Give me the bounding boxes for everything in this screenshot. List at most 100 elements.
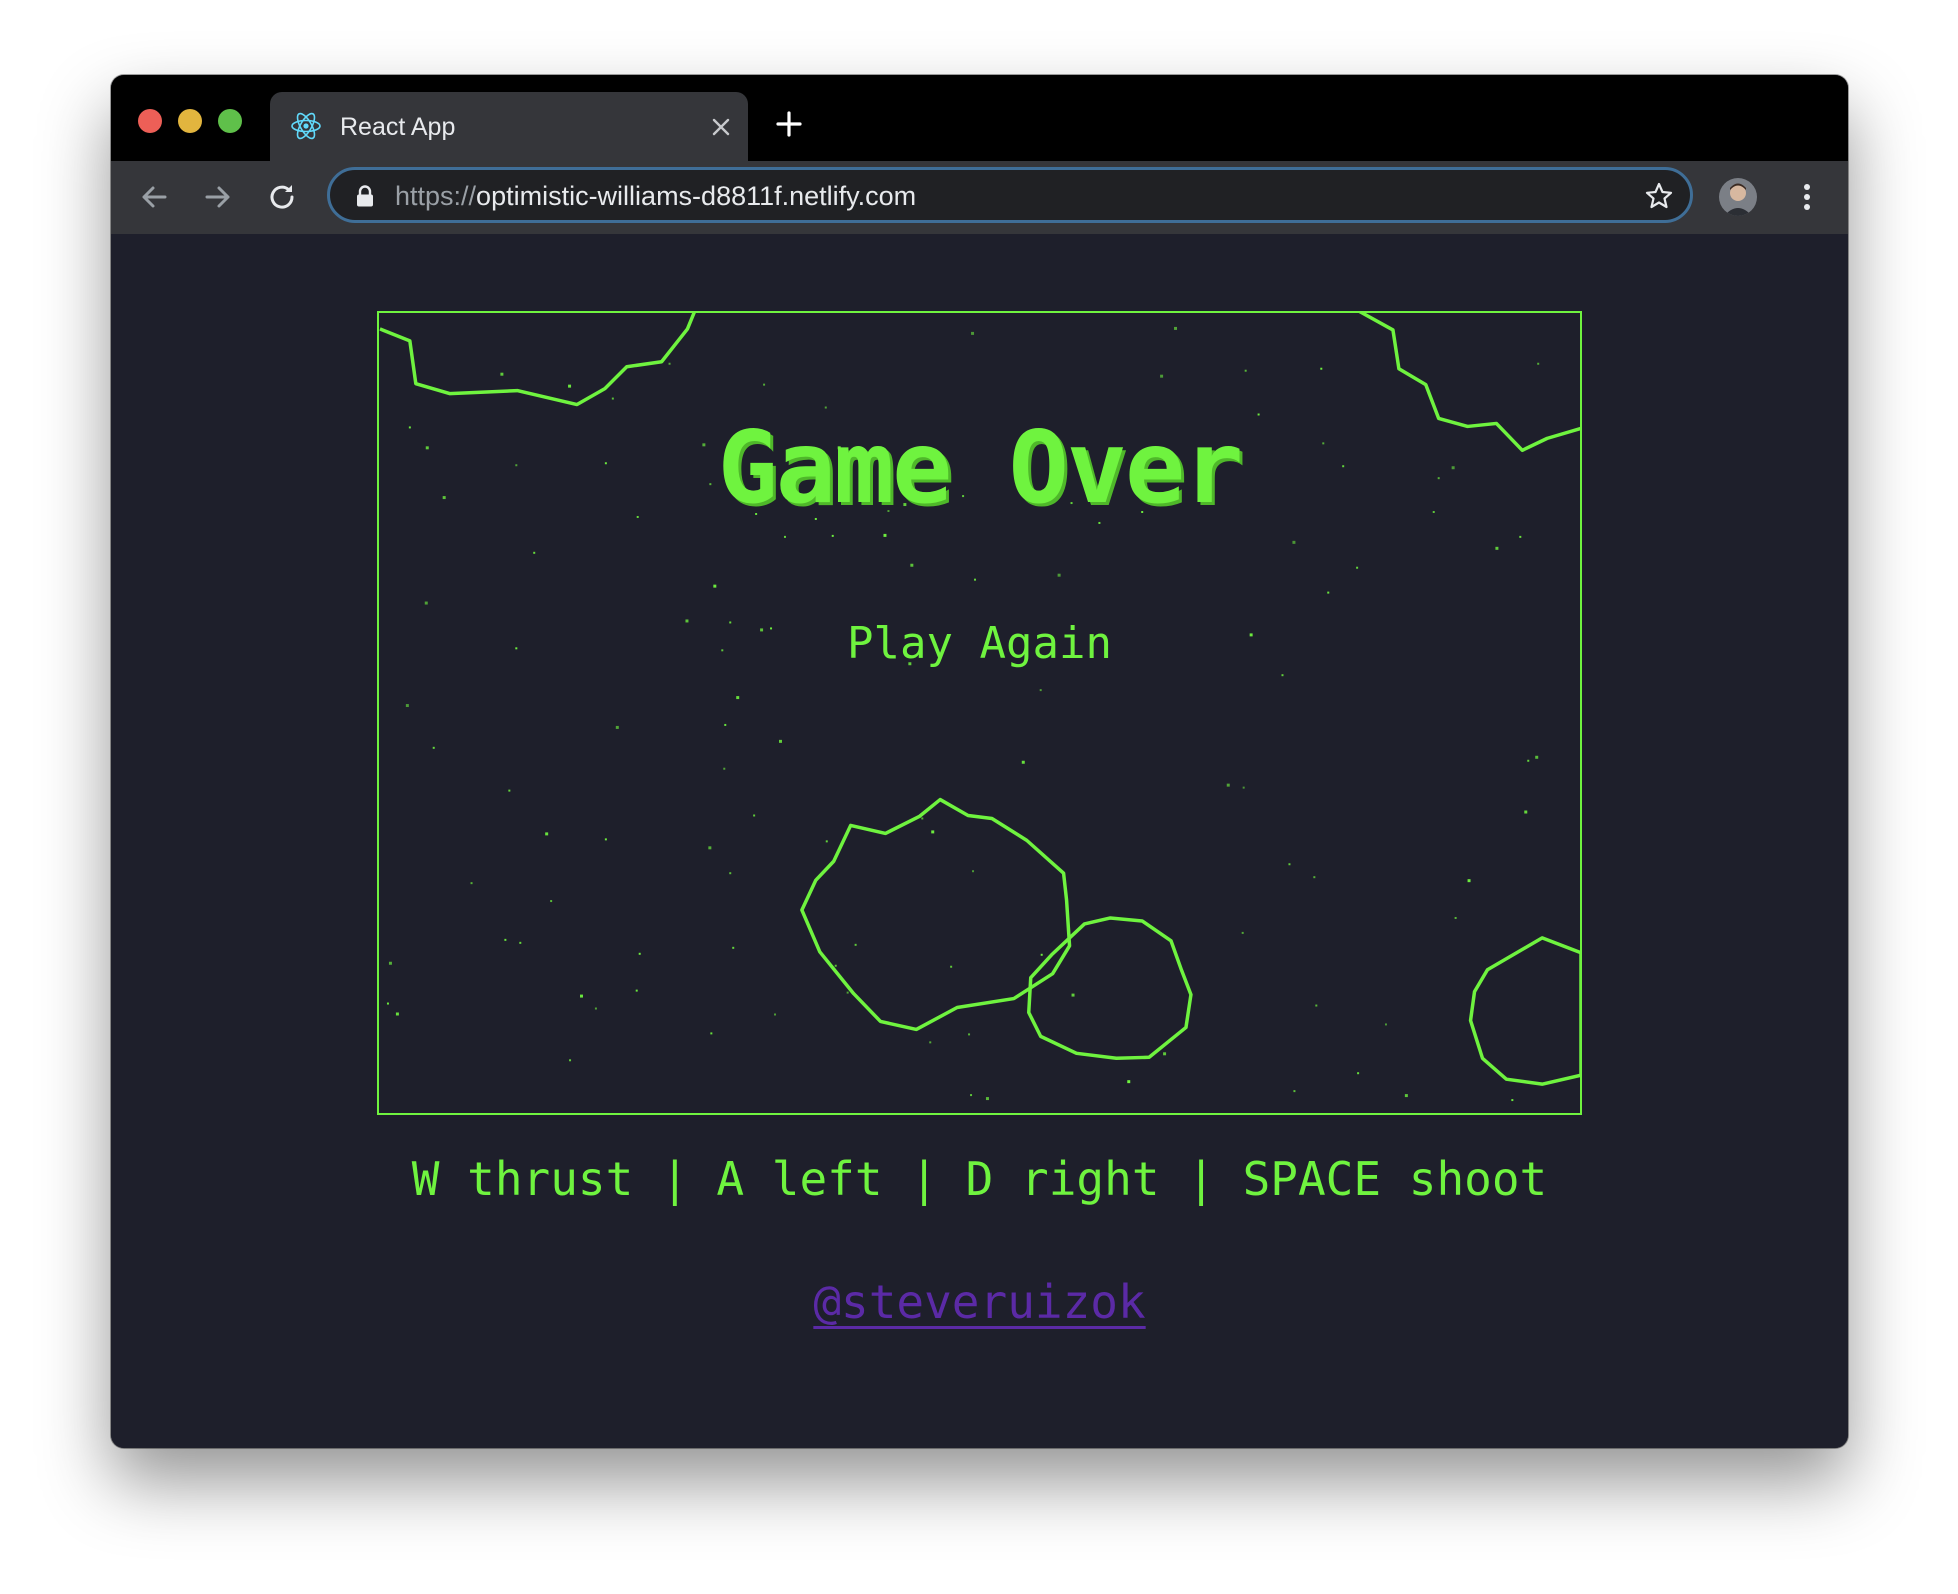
minimize-window-button[interactable] [178, 109, 202, 133]
star [1040, 953, 1043, 956]
star [1241, 931, 1244, 934]
star [910, 563, 914, 567]
star [729, 872, 732, 875]
star [854, 943, 857, 946]
star [533, 551, 536, 554]
star [825, 840, 828, 843]
star [1537, 362, 1540, 365]
star [1511, 1099, 1514, 1102]
star [545, 832, 549, 836]
browser-toolbar: https://optimistic-williams-d8811f.netli… [111, 161, 1848, 234]
close-icon[interactable] [710, 116, 732, 138]
star [1057, 573, 1061, 577]
star [779, 739, 782, 743]
maximize-window-button[interactable] [218, 109, 242, 133]
plus-icon[interactable] [775, 110, 803, 138]
star [1356, 566, 1359, 569]
star [594, 1007, 597, 1010]
arrow-back-icon[interactable] [136, 179, 172, 215]
star [831, 534, 834, 537]
star [579, 994, 583, 998]
star [1021, 760, 1025, 764]
url-host: optimistic-williams-d8811f.netlify.com [476, 181, 917, 211]
star [1313, 876, 1316, 879]
star [568, 384, 572, 388]
author-link[interactable]: @steveruizok [813, 1275, 1145, 1329]
star [985, 1097, 989, 1101]
tab-react-app[interactable]: React App [270, 92, 748, 161]
tab-strip: React App [111, 75, 1848, 161]
star [432, 746, 435, 749]
star [883, 533, 887, 537]
star [515, 647, 518, 650]
star [1404, 1094, 1408, 1098]
star [970, 1094, 973, 1097]
star [1292, 540, 1296, 544]
star [710, 1032, 713, 1035]
game-canvas[interactable]: Game Over Play Again [377, 311, 1582, 1115]
star [834, 964, 837, 967]
star [615, 725, 619, 729]
star [1244, 369, 1247, 372]
star [708, 846, 712, 850]
star [774, 1013, 777, 1016]
star [1315, 1004, 1318, 1007]
page-content: Game Over Play Again W thrust | A left |… [111, 234, 1848, 1448]
star [974, 578, 977, 581]
star [1163, 1052, 1167, 1056]
star-icon[interactable] [1644, 181, 1674, 211]
star [519, 941, 522, 944]
star [1242, 786, 1245, 789]
react-logo-icon [290, 110, 322, 142]
star [604, 838, 607, 841]
star [729, 621, 732, 624]
lock-icon [354, 184, 376, 208]
kebab-menu-icon[interactable] [1792, 181, 1822, 213]
star [1293, 1090, 1296, 1093]
star [1519, 535, 1522, 538]
url-text: https://optimistic-williams-d8811f.netli… [395, 181, 916, 211]
star [763, 383, 766, 386]
play-again-button[interactable]: Play Again [847, 617, 1112, 671]
star [1527, 759, 1530, 762]
star [611, 397, 614, 400]
star [783, 535, 786, 538]
star [1467, 879, 1471, 883]
star [972, 870, 975, 873]
star [968, 1033, 971, 1036]
star [550, 900, 553, 903]
star [1384, 1023, 1387, 1026]
arrow-forward-icon[interactable] [200, 179, 236, 215]
asteroid [379, 313, 696, 407]
tab-title: React App [340, 113, 456, 141]
star [1226, 783, 1230, 787]
star [1039, 689, 1042, 692]
star [668, 362, 671, 365]
star [721, 649, 724, 652]
star [732, 946, 735, 949]
star [638, 952, 641, 955]
address-bar[interactable]: https://optimistic-williams-d8811f.netli… [327, 167, 1693, 223]
close-window-button[interactable] [138, 109, 162, 133]
star [929, 1041, 932, 1044]
star [395, 1012, 399, 1016]
star [508, 789, 511, 792]
star [405, 704, 409, 708]
star [1160, 374, 1164, 378]
star [1288, 863, 1291, 866]
star [760, 628, 764, 632]
star [1495, 546, 1499, 550]
star [724, 723, 727, 726]
avatar-icon[interactable] [1719, 178, 1757, 216]
star [1071, 993, 1075, 997]
star [424, 601, 428, 605]
star [1357, 1072, 1360, 1075]
star [971, 331, 975, 335]
star [1535, 755, 1539, 759]
star [753, 814, 756, 817]
reload-icon[interactable] [264, 179, 300, 215]
star [500, 372, 504, 376]
star [386, 1002, 389, 1005]
star [950, 965, 953, 968]
star [1524, 810, 1528, 814]
